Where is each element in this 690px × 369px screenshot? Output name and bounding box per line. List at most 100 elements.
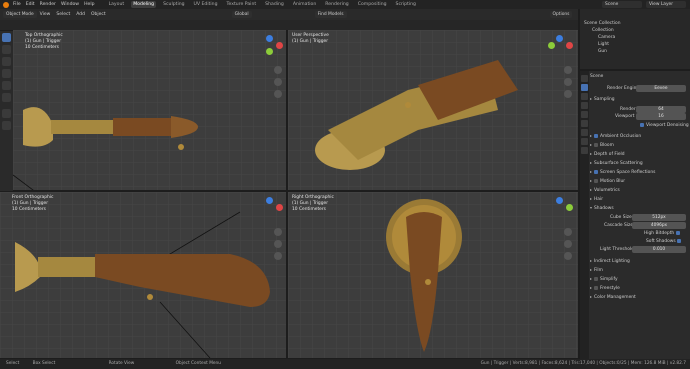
menu-add[interactable]: Add [76, 12, 85, 17]
annotate-tool-icon[interactable] [2, 109, 11, 118]
scale-tool-icon[interactable] [2, 81, 11, 90]
viewport-samples-field[interactable]: 16 [636, 113, 686, 120]
zoom-icon[interactable] [274, 228, 282, 236]
outliner-item-camera[interactable]: Camera [598, 34, 615, 41]
measure-tool-icon[interactable] [2, 121, 11, 130]
transform-tool-icon[interactable] [2, 93, 11, 102]
z-axis-gizmo-icon[interactable] [266, 35, 273, 42]
scene-tab-icon[interactable] [581, 111, 588, 118]
viewport-right[interactable]: Right Orthographic (1) Gun | Trigger 10 Ce… [288, 192, 578, 358]
select-box-tool-icon[interactable] [2, 33, 11, 42]
find-models-button[interactable]: Find Models [314, 11, 347, 18]
options-button[interactable]: Options [549, 11, 573, 18]
hair-panel[interactable]: Hair [590, 196, 603, 203]
zoom-icon[interactable] [274, 66, 282, 74]
zoom-icon[interactable] [564, 66, 572, 74]
y-axis-gizmo-icon[interactable] [566, 204, 573, 211]
menu-select[interactable]: Select [56, 12, 70, 17]
orientation-selector[interactable]: Global [231, 11, 252, 18]
pan-icon[interactable] [274, 240, 282, 248]
menu-file[interactable]: File [13, 2, 21, 7]
tab-sculpting[interactable]: Sculpting [161, 1, 186, 8]
cascade-size-dropdown[interactable]: 4096px [632, 222, 686, 229]
camera-view-icon[interactable] [274, 252, 282, 260]
indirect-lighting-panel[interactable]: Indirect Lighting [590, 258, 630, 265]
tab-shading[interactable]: Shading [263, 1, 286, 8]
outliner-item-gun[interactable]: Gun [598, 48, 607, 55]
camera-view-icon[interactable] [564, 90, 572, 98]
modifier-tab-icon[interactable] [581, 138, 588, 145]
y-axis-gizmo-icon[interactable] [266, 48, 273, 55]
viewport-top[interactable]: Top Orthographic (1) Gun | Trigger 10 Cent… [13, 30, 286, 190]
z-axis-gizmo-icon[interactable] [556, 35, 563, 42]
render-samples-field[interactable]: 64 [636, 106, 686, 113]
tab-uv-editing[interactable]: UV Editing [192, 1, 220, 8]
render-engine-dropdown[interactable]: Eevee [636, 85, 686, 92]
x-axis-gizmo-icon[interactable] [276, 204, 283, 211]
bloom-panel[interactable]: Bloom [590, 142, 614, 149]
outliner-item-light[interactable]: Light [598, 41, 609, 48]
motion-blur-panel[interactable]: Motion Blur [590, 178, 625, 185]
tab-modeling[interactable]: Modeling [131, 1, 157, 8]
color-management-panel[interactable]: Color Management [590, 294, 636, 301]
freestyle-panel[interactable]: Freestyle [590, 285, 620, 292]
tab-layout[interactable]: Layout [107, 1, 127, 8]
mode-selector[interactable]: Object Mode [3, 11, 37, 18]
camera-view-icon[interactable] [274, 90, 282, 98]
blender-logo-icon[interactable] [3, 1, 9, 8]
menu-render[interactable]: Render [40, 2, 56, 7]
simplify-panel[interactable]: Simplify [590, 276, 618, 283]
shadows-panel[interactable]: Shadows [590, 205, 614, 212]
x-axis-gizmo-icon[interactable] [276, 42, 283, 49]
render-tab-icon[interactable] [581, 84, 588, 91]
viewport-front[interactable]: Front Orthographic (1) Gun | Trigger 10 Ce… [0, 192, 286, 358]
outliner-scene-collection[interactable]: Scene Collection [584, 20, 621, 27]
subsurface-scattering-panel[interactable]: Subsurface Scattering [590, 160, 643, 167]
high-bitdepth-checkbox[interactable]: High Bitdepth [644, 230, 682, 237]
sampling-panel-header[interactable]: Sampling [590, 96, 615, 103]
menu-view[interactable]: View [40, 12, 51, 17]
zoom-icon[interactable] [564, 228, 572, 236]
volumetrics-panel[interactable]: Volumetrics [590, 187, 620, 194]
material-tab-icon[interactable] [581, 147, 588, 154]
soft-shadows-checkbox[interactable]: Soft Shadows [646, 238, 683, 245]
cube-size-dropdown[interactable]: 512px [632, 214, 686, 221]
tab-texture-paint[interactable]: Texture Paint [225, 1, 259, 8]
move-tool-icon[interactable] [2, 57, 11, 66]
menu-object[interactable]: Object [91, 12, 106, 17]
camera-view-icon[interactable] [564, 252, 572, 260]
tab-rendering[interactable]: Rendering [323, 1, 350, 8]
x-axis-gizmo-icon[interactable] [566, 42, 573, 49]
film-panel[interactable]: Film [590, 267, 603, 274]
tool-tab-icon[interactable] [581, 75, 588, 82]
ambient-occlusion-panel[interactable]: Ambient Occlusion [590, 133, 641, 140]
cursor-tool-icon[interactable] [2, 45, 11, 54]
menu-window[interactable]: Window [61, 2, 79, 7]
y-axis-gizmo-icon[interactable] [548, 42, 555, 49]
properties-scene-label: Scene [590, 74, 604, 79]
z-axis-gizmo-icon[interactable] [556, 197, 563, 204]
pan-icon[interactable] [564, 78, 572, 86]
viewport-user[interactable]: User Perspective (1) Gun | Trigger [288, 30, 578, 190]
output-tab-icon[interactable] [581, 93, 588, 100]
depth-of-field-panel[interactable]: Depth of Field [590, 151, 625, 158]
scene-selector[interactable]: Scene [602, 1, 642, 8]
screen-space-reflections-panel[interactable]: Screen Space Reflections [590, 169, 655, 176]
gun-right-view [386, 199, 462, 352]
menu-help[interactable]: Help [84, 2, 94, 7]
z-axis-gizmo-icon[interactable] [266, 197, 273, 204]
outliner-item-collection[interactable]: Collection [592, 27, 614, 34]
rotate-tool-icon[interactable] [2, 69, 11, 78]
object-tab-icon[interactable] [581, 129, 588, 136]
tab-compositing[interactable]: Compositing [356, 1, 389, 8]
pan-icon[interactable] [564, 240, 572, 248]
tab-animation[interactable]: Animation [291, 1, 318, 8]
tab-scripting[interactable]: Scripting [394, 1, 418, 8]
world-tab-icon[interactable] [581, 120, 588, 127]
pan-icon[interactable] [274, 78, 282, 86]
menu-edit[interactable]: Edit [26, 2, 35, 7]
view-layer-tab-icon[interactable] [581, 102, 588, 109]
light-threshold-field[interactable]: 0.010 [632, 246, 686, 253]
viewport-denoising-checkbox[interactable]: Viewport Denoising [640, 122, 689, 129]
view-layer-selector[interactable]: View Layer [646, 1, 686, 8]
